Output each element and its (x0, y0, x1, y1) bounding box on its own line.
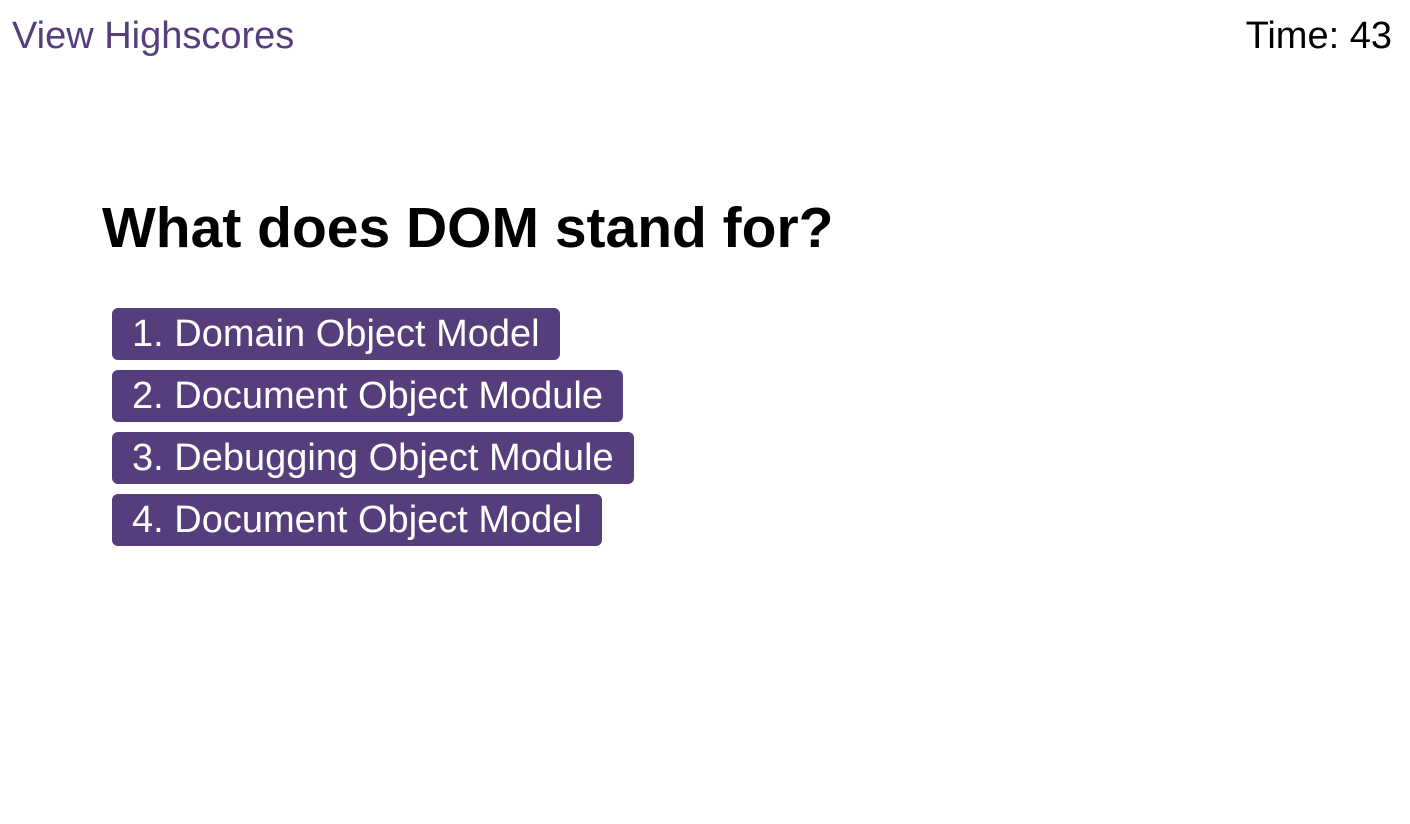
timer: Time: 43 (1246, 14, 1392, 58)
view-highscores-link[interactable]: View Highscores (12, 14, 294, 58)
timer-value: 43 (1349, 15, 1392, 57)
answer-button-4[interactable]: 4. Document Object Model (112, 494, 602, 546)
quiz-page: View Highscores Time: 43 What does DOM s… (0, 0, 1410, 824)
answer-list: 1. Domain Object Model 2. Document Objec… (112, 308, 634, 556)
answer-button-1[interactable]: 1. Domain Object Model (112, 308, 560, 360)
question-title: What does DOM stand for? (102, 196, 834, 260)
timer-label: Time: (1245, 15, 1340, 57)
answer-button-2[interactable]: 2. Document Object Module (112, 370, 624, 422)
answer-button-3[interactable]: 3. Debugging Object Module (112, 432, 634, 484)
